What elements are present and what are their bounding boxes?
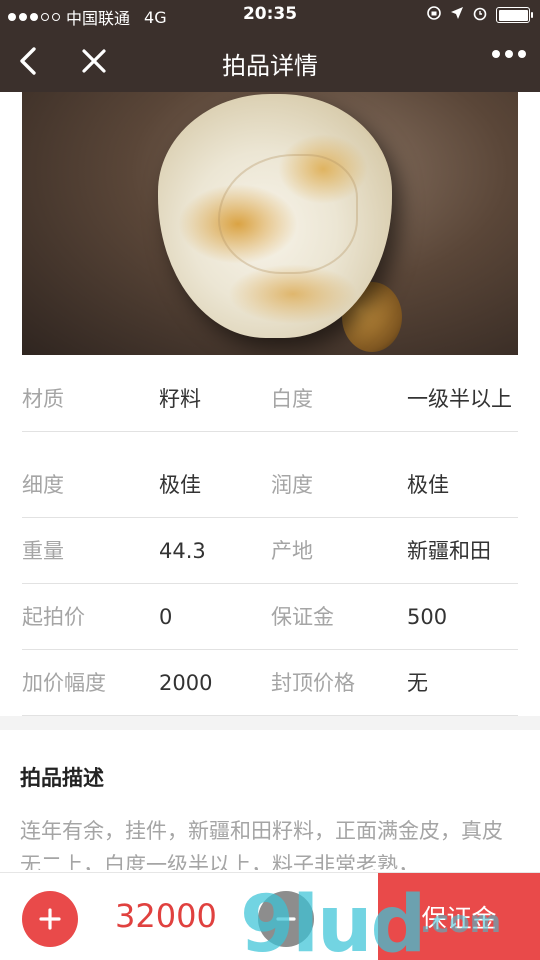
nav-bar: 拍品详情: [0, 30, 540, 92]
detail-value: 2000: [159, 671, 213, 695]
detail-value: 无: [407, 671, 428, 695]
more-dot-icon: [492, 50, 500, 58]
status-bar: 中国联通 4G 20:35: [0, 0, 540, 30]
detail-label: 细度: [22, 473, 64, 497]
detail-value: 籽料: [159, 387, 201, 411]
detail-label: 材质: [22, 387, 64, 411]
detail-row: 起拍价 0 保证金 500: [22, 584, 518, 650]
minus-icon: [276, 917, 296, 921]
detail-label: 润度: [271, 473, 313, 497]
battery-icon: [496, 7, 533, 23]
bid-amount: 32000: [115, 897, 217, 935]
description-title: 拍品描述: [20, 766, 104, 790]
detail-row: 细度 极佳 润度 极佳: [22, 432, 518, 518]
detail-label: 产地: [271, 539, 313, 563]
plus-icon: [39, 908, 61, 930]
deposit-button[interactable]: 保证金: [378, 873, 540, 960]
detail-value: 0: [159, 605, 173, 629]
detail-row: 重量 44.3 产地 新疆和田: [22, 518, 518, 584]
detail-label: 起拍价: [22, 605, 85, 629]
detail-label: 白度: [271, 387, 313, 411]
detail-value: 极佳: [407, 473, 449, 497]
bid-bar: 32000 保证金: [0, 872, 540, 960]
detail-value: 新疆和田: [407, 539, 491, 563]
detail-label: 重量: [22, 539, 64, 563]
detail-value: 500: [407, 605, 448, 629]
detail-table: 材质 籽料 白度 一级半以上 细度 极佳 润度 极佳 重量 44.3 产地 新疆…: [22, 366, 518, 716]
rotation-lock-icon: [426, 5, 442, 25]
detail-label: 加价幅度: [22, 671, 106, 695]
section-divider: [0, 716, 540, 730]
product-image[interactable]: [22, 92, 518, 355]
increase-bid-button[interactable]: [22, 891, 78, 947]
detail-value: 极佳: [159, 473, 201, 497]
decrease-bid-button[interactable]: [258, 891, 314, 947]
detail-label: 保证金: [271, 605, 334, 629]
location-icon: [450, 6, 464, 24]
detail-row: 加价幅度 2000 封顶价格 无: [22, 650, 518, 716]
description-text: 连年有余，挂件，新疆和田籽料，正面满金皮，真皮无二上，白度一级半以上，料子非常老…: [20, 819, 503, 870]
more-dot-icon: [505, 50, 513, 58]
more-dot-icon: [518, 50, 526, 58]
detail-value: 44.3: [159, 539, 206, 563]
page-title: 拍品详情: [222, 52, 318, 80]
status-right: [426, 5, 533, 25]
alarm-icon: [472, 5, 488, 25]
more-button[interactable]: [492, 50, 526, 58]
detail-value: 一级半以上: [407, 387, 512, 411]
detail-label: 封顶价格: [271, 671, 355, 695]
detail-row: 材质 籽料 白度 一级半以上: [22, 366, 518, 432]
